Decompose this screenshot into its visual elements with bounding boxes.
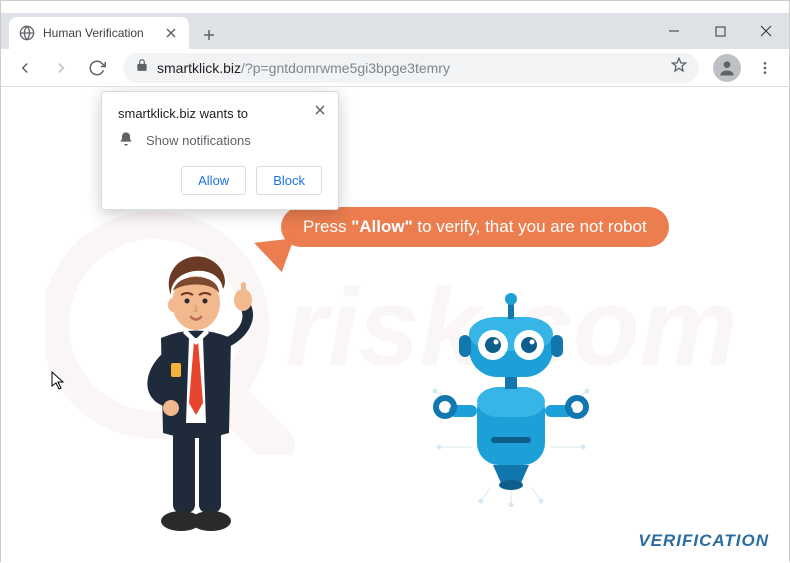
address-bar[interactable]: smartklick.biz/?p=gntdomrwme5gi3bpge3tem… — [123, 53, 699, 83]
window-controls — [651, 13, 789, 49]
close-tab-icon[interactable] — [163, 25, 179, 41]
lock-icon — [135, 58, 149, 77]
browser-tab[interactable]: Human Verification — [9, 17, 189, 49]
notification-permission-dialog: smartklick.biz wants to Show notificatio… — [101, 91, 339, 210]
verification-footer-label: VERIFICATION — [638, 531, 769, 551]
cursor-icon — [51, 371, 67, 396]
reload-button[interactable] — [81, 52, 113, 84]
permission-capability-label: Show notifications — [146, 133, 251, 148]
permission-capability-row: Show notifications — [118, 131, 322, 150]
profile-avatar[interactable] — [713, 54, 741, 82]
window-close-button[interactable] — [743, 13, 789, 49]
back-button[interactable] — [9, 52, 41, 84]
window-titlebar — [1, 1, 789, 13]
maximize-button[interactable] — [697, 13, 743, 49]
chrome-menu-button[interactable] — [749, 52, 781, 84]
tab-strip: Human Verification — [1, 13, 789, 49]
forward-button[interactable] — [45, 52, 77, 84]
tab-title: Human Verification — [43, 26, 144, 40]
bubble-text-suffix: to verify, that you are not robot — [413, 217, 647, 236]
bubble-text-prefix: Press — [303, 217, 351, 236]
robot-illustration — [421, 287, 601, 507]
page-content: risk.com smartklick.biz wants to Show no… — [1, 87, 789, 563]
url-domain: smartklick.biz — [157, 60, 241, 76]
url-path: /?p=gntdomrwme5gi3bpge3temry — [241, 60, 450, 76]
dialog-close-icon[interactable] — [312, 102, 328, 118]
block-button[interactable]: Block — [256, 166, 322, 195]
minimize-button[interactable] — [651, 13, 697, 49]
url-text: smartklick.biz/?p=gntdomrwme5gi3bpge3tem… — [157, 60, 663, 76]
globe-icon — [19, 25, 35, 41]
bookmark-star-icon[interactable] — [671, 57, 687, 78]
allow-button[interactable]: Allow — [181, 166, 246, 195]
businessman-illustration — [111, 243, 281, 543]
speech-bubble: Press "Allow" to verify, that you are no… — [281, 207, 669, 247]
new-tab-button[interactable] — [195, 21, 223, 49]
permission-origin: smartklick.biz wants to — [118, 106, 322, 121]
browser-toolbar: smartklick.biz/?p=gntdomrwme5gi3bpge3tem… — [1, 49, 789, 87]
bubble-text-quote: "Allow" — [351, 217, 412, 236]
bell-icon — [118, 131, 134, 150]
